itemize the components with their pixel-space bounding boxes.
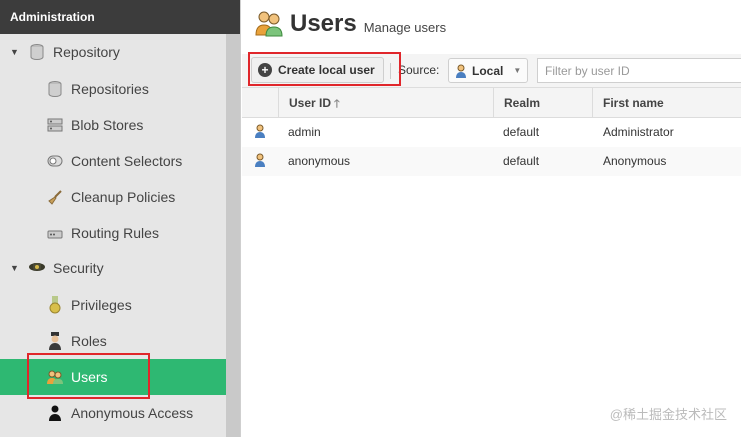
selector-icon: [46, 152, 64, 170]
sidebar-item-label: Cleanup Policies: [71, 189, 176, 205]
sidebar-item-blob-stores[interactable]: Blob Stores: [0, 107, 226, 143]
cell-realm: default: [503, 154, 540, 168]
sidebar-item-label: Blob Stores: [71, 117, 144, 133]
sidebar-item-label: Anonymous Access: [71, 405, 194, 421]
sidebar-group-label: Security: [53, 260, 104, 276]
user-icon: [254, 153, 266, 169]
sort-ascending-icon: 🡑: [334, 98, 340, 110]
sidebar-item-content-selectors[interactable]: Content Selectors: [0, 143, 226, 179]
medal-icon: [46, 296, 64, 314]
filter-input[interactable]: [537, 58, 741, 83]
table-row[interactable]: admin default Administrator: [242, 118, 741, 147]
page-subtitle: Manage users: [363, 20, 447, 35]
users-highlight-box: [27, 353, 150, 399]
watermark: @稀土掘金技术社区: [609, 407, 727, 422]
sidebar-header: Administration: [0, 0, 240, 34]
source-dropdown[interactable]: Local ▼: [448, 58, 528, 83]
database-icon: [46, 80, 64, 98]
page-title: Users: [290, 10, 357, 37]
sidebar-item-label: Repositories: [71, 81, 149, 97]
column-header-first-name[interactable]: First name: [592, 88, 741, 118]
cell-user-id: admin: [288, 125, 321, 139]
role-icon: [46, 332, 64, 350]
sidebar-item-privileges[interactable]: Privileges: [0, 287, 226, 323]
sidebar-item-label: Privileges: [71, 297, 132, 313]
router-icon: [46, 224, 64, 242]
sidebar-scrollbar[interactable]: [226, 34, 240, 437]
sidebar-item-label: Content Selectors: [71, 153, 183, 169]
cell-first-name: Administrator: [603, 125, 674, 139]
sidebar-group-security[interactable]: ▼ Security: [0, 250, 226, 286]
security-badge-icon: [28, 259, 46, 277]
table-header: User ID 🡑 Realm First name: [242, 88, 741, 118]
server-icon: [46, 116, 64, 134]
table-row[interactable]: anonymous default Anonymous: [242, 147, 741, 176]
chevron-down-icon: ▼: [513, 66, 522, 75]
user-icon: [254, 124, 266, 140]
sidebar-group-repository[interactable]: ▼ Repository: [0, 34, 226, 70]
create-button-highlight-box: [248, 52, 401, 86]
cell-user-id: anonymous: [288, 154, 351, 168]
source-label: Source:: [398, 63, 440, 77]
expand-arrow-icon[interactable]: ▼: [10, 263, 22, 273]
person-icon: [46, 404, 64, 422]
sidebar-item-anonymous-access[interactable]: Anonymous Access: [0, 395, 226, 431]
sidebar-item-routing-rules[interactable]: Routing Rules: [0, 215, 226, 251]
sidebar-item-label: Routing Rules: [71, 225, 159, 241]
sidebar-item-label: Roles: [71, 333, 107, 349]
main-panel: Users Manage users + Create local user S…: [242, 0, 741, 437]
sidebar-item-repositories[interactable]: Repositories: [0, 71, 226, 107]
users-table: User ID 🡑 Realm First name admin default …: [242, 88, 741, 176]
page-header: Users Manage users: [254, 8, 446, 40]
cell-realm: default: [503, 125, 540, 139]
sidebar-item-cleanup-policies[interactable]: Cleanup Policies: [0, 179, 226, 215]
cell-first-name: Anonymous: [603, 154, 667, 168]
expand-arrow-icon[interactable]: ▼: [10, 47, 22, 57]
source-value: Local: [472, 63, 504, 78]
column-header-user-id[interactable]: User ID 🡑: [278, 88, 493, 118]
broom-icon: [46, 188, 64, 206]
icon-column-header: [242, 88, 278, 118]
users-icon: [254, 9, 284, 40]
sidebar-group-label: Repository: [53, 44, 120, 60]
column-header-realm[interactable]: Realm: [493, 88, 592, 118]
database-icon: [28, 43, 46, 61]
user-icon: [455, 64, 467, 78]
